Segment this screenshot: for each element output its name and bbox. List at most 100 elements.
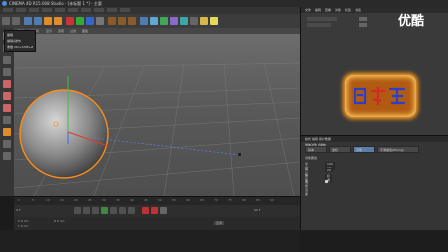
previous-key-icon[interactable] [83,207,90,214]
tweak-mode-icon[interactable] [3,128,11,136]
menu-item[interactable] [68,8,78,12]
attr-render-perfect-label: 理想渲染 [305,180,309,196]
om-menu-bookmarks[interactable]: 书签 [355,8,361,12]
points-mode-icon[interactable] [3,80,11,88]
spline-pen-icon[interactable] [150,17,158,25]
right-bottom-bar [300,230,448,252]
go-to-end-icon[interactable] [128,207,135,214]
coord-x[interactable]: X 0 cm [18,219,28,223]
menu-item[interactable] [3,8,13,12]
om-menu-edit[interactable]: 编辑 [315,8,321,12]
menu-item[interactable] [16,8,26,12]
render-picture-viewer-icon[interactable] [118,17,126,25]
light-target[interactable] [238,153,241,156]
menu-item-undo[interactable]: 撤销 [7,33,13,37]
texture-mode-icon[interactable] [3,56,11,64]
menu-item[interactable] [107,8,117,12]
attr-render-perfect-checkbox[interactable] [325,180,328,183]
menu-item[interactable] [29,8,39,12]
live-select-icon[interactable] [24,17,32,25]
rotate-icon[interactable] [54,17,62,25]
undo-icon[interactable] [2,17,10,25]
menu-item[interactable] [55,8,65,12]
lock-workplane-icon[interactable] [3,152,11,160]
attr-segments-field[interactable]: 24 [325,168,333,172]
redo-icon[interactable] [12,17,20,25]
light-direction-line [93,137,241,156]
camera-icon[interactable] [200,17,208,25]
ruler-tick: 35 [116,198,120,202]
tab-coord[interactable]: 坐标 [329,146,351,153]
ruler-tick: 50 [158,198,162,202]
ruler-tick: 20 [74,198,78,202]
edges-mode-icon[interactable] [3,92,11,100]
attribute-manager-menu[interactable]: 模式 编辑 用户数据 [305,137,331,141]
om-menu-view[interactable]: 查看 [325,8,331,12]
coord-y[interactable]: Y 0 cm [18,224,28,228]
apply-button[interactable]: 应用 [214,221,225,225]
subdivision-surface-icon[interactable] [160,17,168,25]
tab-basic[interactable]: 基本 [305,146,327,153]
menu-item[interactable] [120,8,130,12]
light-icon[interactable] [210,17,218,25]
keyframe-selection-icon[interactable] [160,207,167,214]
next-key-icon[interactable] [119,207,126,214]
floor-icon[interactable] [190,17,198,25]
menu-item-redo[interactable]: 重做 Ctrl+Shift+Z [7,45,33,49]
ruler-tick: 90 [270,198,274,202]
ruler-tick: 10 [46,198,50,202]
render-view-icon[interactable] [108,17,116,25]
neon-stamp-image [345,75,416,117]
object-row[interactable] [307,17,337,21]
perspective-viewport[interactable]: 查看 摄像机 显示 选项 过滤 面板 [14,28,300,196]
z-axis-icon[interactable] [86,17,94,25]
polygons-mode-icon[interactable] [3,104,11,112]
tab-object-label: 对象 [356,148,363,152]
play-icon[interactable] [101,207,108,214]
y-axis-icon[interactable] [76,17,84,25]
frame-start[interactable]: 0 F [16,208,21,212]
go-to-start-icon[interactable] [74,207,81,214]
ruler-tick: 55 [172,198,176,202]
tab-coord-label: 坐标 [332,148,339,152]
object-manager-menu: 文件 编辑 查看 对象 标签 书签 [301,7,448,13]
frame-end[interactable]: 90 F [254,208,261,212]
object-visibility-toggle[interactable] [359,23,367,27]
om-menu-tags[interactable]: 标签 [345,8,351,12]
om-menu-file[interactable]: 文件 [305,8,311,12]
menu-item-undo-action[interactable]: 撤销(动作) [7,39,21,43]
tab-phong[interactable]: 平滑着色(Phong) [377,146,419,153]
timeline-ruler[interactable]: 0 5 10 15 20 25 30 35 40 45 50 55 60 65 … [14,197,300,205]
tab-object[interactable]: 对象 [353,146,375,153]
autokey-icon[interactable] [151,207,158,214]
om-menu-objects[interactable]: 对象 [335,8,341,12]
deformer-icon[interactable] [180,17,188,25]
scale-icon[interactable] [44,17,52,25]
move-icon[interactable] [34,17,42,25]
object-row[interactable] [307,23,331,27]
menu-item[interactable] [42,8,52,12]
ruler-tick: 0 [18,198,20,202]
menu-item[interactable] [94,8,104,12]
viewport-scene [14,61,300,196]
axis-mode-icon[interactable] [3,116,11,124]
sphere-object[interactable] [19,89,109,179]
workplane-icon[interactable] [3,68,11,76]
record-icon[interactable] [142,207,149,214]
ruler-tick: 40 [130,198,134,202]
ruler-tick: 65 [200,198,204,202]
array-icon[interactable] [170,17,178,25]
previous-frame-icon[interactable] [92,207,99,214]
render-settings-icon[interactable] [128,17,136,25]
next-frame-icon[interactable] [110,207,117,214]
menu-item[interactable] [81,8,91,12]
attribute-section-title: 对象属性 [305,156,318,160]
snap-icon[interactable] [3,140,11,148]
tab-phong-label: 平滑着色(Phong) [380,148,404,152]
main-toolbar [0,14,300,29]
coord-z[interactable]: Z 0 cm [54,219,64,223]
coordinate-system-icon[interactable] [96,17,104,25]
object-visibility-toggle[interactable] [359,17,367,21]
x-axis-icon[interactable] [66,17,74,25]
cube-icon[interactable] [140,17,148,25]
